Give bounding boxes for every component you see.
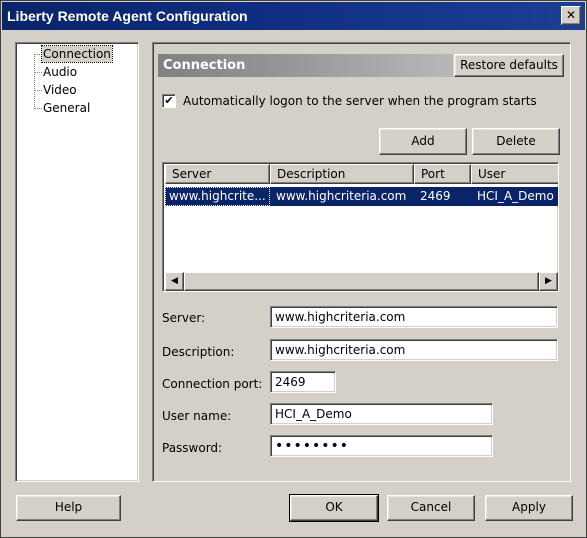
username-label: User name: (162, 409, 232, 423)
column-header-server[interactable]: Server (165, 164, 270, 184)
help-button[interactable]: Help (16, 495, 121, 521)
password-input[interactable]: •••••••• (270, 435, 493, 457)
auto-logon-checkbox[interactable]: ✔ (162, 94, 176, 108)
server-label: Server: (162, 311, 206, 325)
tree-connector (34, 54, 35, 109)
settings-tree: Connection Audio Video General (15, 42, 139, 482)
tree-connector (34, 54, 42, 55)
dialog-window: Liberty Remote Agent Configuration ✕ Con… (0, 0, 587, 538)
description-label: Description: (162, 345, 235, 359)
scroll-thumb[interactable] (184, 272, 539, 291)
tree-connector (34, 90, 42, 91)
tree-connector (34, 72, 42, 73)
panel-title: Connection (158, 54, 453, 77)
cell-user: HCI_A_Demo (477, 189, 554, 203)
port-input[interactable]: 2469 (270, 371, 336, 393)
description-input[interactable]: www.highcriteria.com (270, 339, 558, 361)
cancel-button[interactable]: Cancel (387, 495, 475, 521)
auto-logon-label: Automatically logon to the server when t… (183, 94, 537, 108)
column-header-user[interactable]: User (471, 164, 558, 184)
apply-button[interactable]: Apply (485, 495, 573, 521)
horizontal-scrollbar[interactable]: ◀ ▶ (165, 272, 558, 291)
table-row[interactable]: www.highcrite... www.highcriteria.com 24… (165, 187, 558, 206)
column-header-port[interactable]: Port (414, 164, 471, 184)
cell-port: 2469 (420, 189, 451, 203)
restore-defaults-button[interactable]: Restore defaults (454, 54, 564, 77)
title-bar: Liberty Remote Agent Configuration ✕ (2, 2, 585, 30)
arrow-left-icon: ◀ (171, 276, 178, 286)
tree-item-video[interactable]: Video (42, 82, 78, 98)
window-title: Liberty Remote Agent Configuration (7, 8, 248, 24)
cell-description: www.highcriteria.com (276, 189, 407, 203)
scroll-left-button[interactable]: ◀ (165, 272, 184, 291)
column-header-description[interactable]: Description (270, 164, 414, 184)
check-icon: ✔ (164, 94, 174, 107)
port-label: Connection port: (162, 377, 263, 391)
cell-server: www.highcrite... (165, 187, 270, 206)
server-list[interactable]: Server Description Port User www.highcri… (162, 162, 559, 292)
add-button[interactable]: Add (379, 128, 467, 155)
close-icon: ✕ (565, 8, 577, 22)
tree-item-audio[interactable]: Audio (42, 64, 78, 80)
close-button[interactable]: ✕ (561, 6, 581, 25)
tree-connector (34, 108, 42, 109)
delete-button[interactable]: Delete (472, 128, 560, 155)
tree-item-connection[interactable]: Connection (41, 45, 113, 63)
arrow-right-icon: ▶ (545, 276, 552, 286)
tree-item-general[interactable]: General (42, 100, 91, 116)
scroll-right-button[interactable]: ▶ (539, 272, 558, 291)
ok-button[interactable]: OK (289, 494, 379, 522)
username-input[interactable]: HCI_A_Demo (270, 403, 493, 425)
password-label: Password: (162, 441, 223, 455)
server-input[interactable]: www.highcriteria.com (270, 306, 558, 328)
